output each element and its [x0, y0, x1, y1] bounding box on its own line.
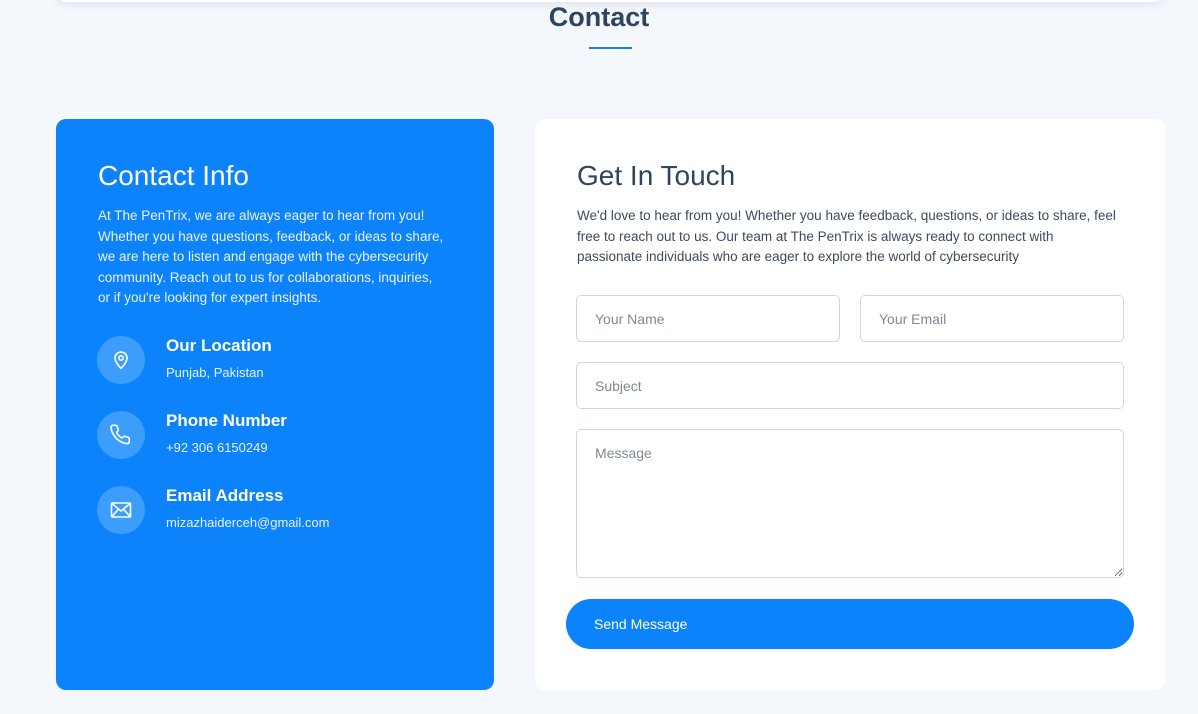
email-input[interactable] [860, 295, 1124, 342]
phone-item: Phone Number +92 306 6150249 [97, 411, 477, 461]
contact-info-card: Contact Info At The PenTrix, we are alwa… [56, 119, 494, 690]
contact-info-title: Contact Info [98, 160, 249, 191]
email-title: Email Address [166, 486, 284, 505]
message-textarea[interactable] [576, 429, 1124, 578]
subject-input[interactable] [576, 362, 1124, 409]
location-item: Our Location Punjab, Pakistan [97, 336, 477, 386]
send-message-button[interactable]: Send Message [566, 599, 1134, 649]
name-input[interactable] [576, 295, 840, 342]
phone-icon [97, 411, 145, 459]
email-value: mizazhaiderceh@gmail.com [166, 515, 330, 530]
location-value: Punjab, Pakistan [166, 365, 264, 380]
form-title: Get In Touch [577, 160, 736, 191]
contact-info-intro: At The PenTrix, we are always eager to h… [98, 208, 444, 305]
location-pin-icon [97, 336, 145, 384]
section-title-underline [589, 47, 632, 49]
email-item: Email Address mizazhaiderceh@gmail.com [97, 486, 477, 536]
phone-title: Phone Number [166, 411, 287, 430]
section-title: Contact [548, 2, 650, 32]
contact-form-card: Get In Touch We'd love to hear from you!… [535, 119, 1165, 690]
envelope-icon [97, 486, 145, 534]
location-title: Our Location [166, 336, 272, 355]
form-intro: We'd love to hear from you! Whether you … [577, 208, 1116, 264]
phone-value: +92 306 6150249 [166, 440, 268, 455]
